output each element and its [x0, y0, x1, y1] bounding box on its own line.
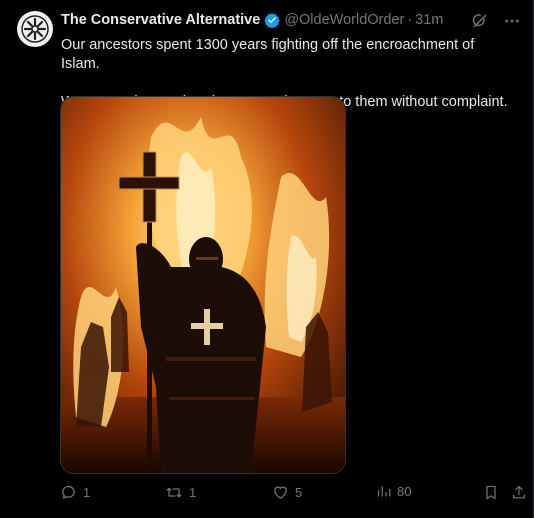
repost-icon [166, 487, 182, 498]
tweet-text-line1: Our ancestors spent 1300 years fighting … [61, 37, 475, 72]
tweet-image[interactable] [60, 96, 346, 474]
tweet-header: The Conservative Alternative @OldeWorldO… [61, 12, 443, 28]
like-button[interactable]: 5 [272, 484, 302, 501]
more-icon[interactable] [503, 12, 521, 35]
repost-count: 1 [189, 485, 197, 500]
reply-count: 1 [83, 485, 91, 500]
like-count: 5 [295, 485, 303, 500]
repost-button[interactable]: 1 [165, 484, 196, 501]
author-handle[interactable]: @OldeWorldOrder [284, 12, 404, 28]
grok-icon[interactable] [471, 12, 489, 35]
bookmark-button[interactable] [483, 484, 499, 501]
share-icon [513, 485, 525, 499]
timestamp[interactable]: 31m [415, 12, 443, 28]
action-bar: 1 1 5 80 [60, 484, 530, 504]
tweet[interactable]: The Conservative Alternative @OldeWorldO… [0, 0, 534, 518]
separator: · [407, 12, 413, 28]
share-button[interactable] [511, 484, 527, 501]
verified-badge-icon [264, 12, 281, 28]
knight-in-flames-image [61, 97, 345, 473]
bookmark-icon [486, 485, 496, 500]
views-count: 80 [397, 484, 412, 499]
author-name[interactable]: The Conservative Alternative [61, 12, 260, 28]
views-button[interactable]: 80 [376, 484, 411, 499]
avatar[interactable] [17, 11, 53, 47]
views-icon [377, 486, 391, 497]
reply-button[interactable]: 1 [60, 484, 90, 501]
cross-emblem-icon [21, 15, 49, 43]
reply-icon [62, 485, 75, 499]
heart-icon [274, 486, 287, 499]
